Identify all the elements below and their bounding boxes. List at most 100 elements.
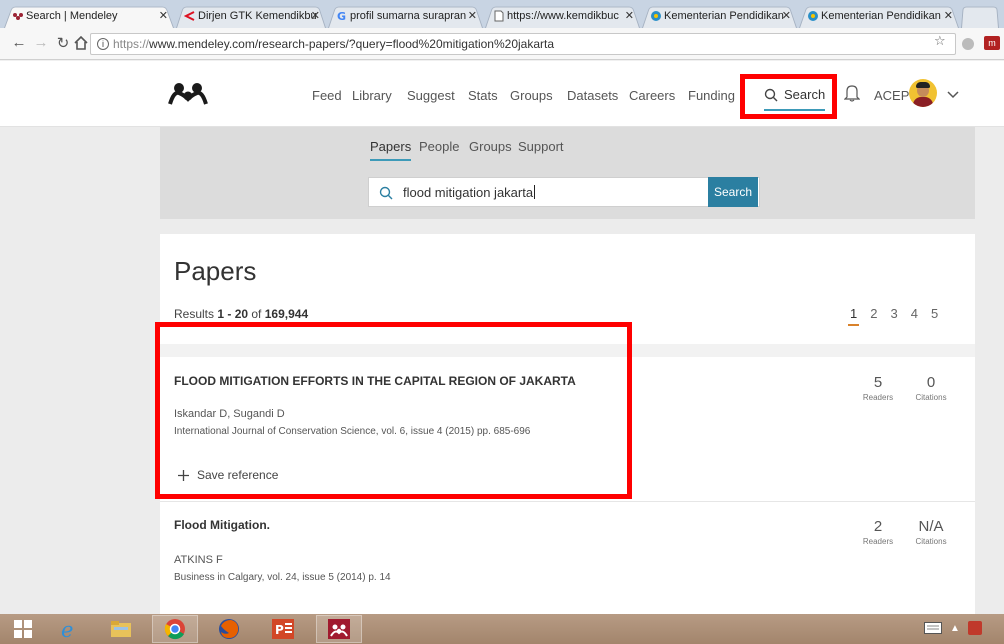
page-link[interactable]: 3 <box>890 306 897 321</box>
browser-tab[interactable]: https://www.kemdikbuc ✕ <box>485 4 640 28</box>
tab-papers[interactable]: Papers <box>370 139 412 161</box>
mendeley-logo-icon[interactable] <box>168 81 208 105</box>
readers-count: 2 <box>873 518 883 535</box>
paper-result: FLOOD MITIGATION EFFORTS IN THE CAPITAL … <box>160 374 975 504</box>
close-tab-icon[interactable]: ✕ <box>944 9 953 22</box>
save-reference-button[interactable]: Save reference <box>178 468 278 482</box>
mendeley-favicon-icon <box>13 13 23 20</box>
nav-feed[interactable]: Feed <box>312 88 342 103</box>
close-tab-icon[interactable]: ✕ <box>159 9 168 22</box>
internet-explorer-icon[interactable]: e <box>46 615 92 643</box>
chrome-icon[interactable] <box>152 615 198 643</box>
paper-title[interactable]: FLOOD MITIGATION EFFORTS IN THE CAPITAL … <box>174 374 576 388</box>
site-header: Feed Library Suggest Stats Groups Datase… <box>0 61 1004 127</box>
powerpoint-icon[interactable]: P <box>260 615 306 643</box>
browser-tab[interactable]: G profil sumarna surapran ✕ <box>328 4 483 28</box>
citations-label: Citations <box>915 537 947 546</box>
nav-groups[interactable]: Groups <box>510 88 553 103</box>
browser-tab[interactable]: Dirjen GTK Kemendikbu ✕ <box>176 4 326 28</box>
nav-funding[interactable]: Funding <box>688 88 735 103</box>
nav-careers[interactable]: Careers <box>629 88 675 103</box>
results-panel: Papers Results 1 - 20 of 169,944 1 2 3 4… <box>160 234 975 614</box>
reload-icon[interactable]: ↻ <box>54 34 72 52</box>
citations-label: Citations <box>915 393 947 402</box>
search-icon <box>379 186 393 200</box>
browser-tab[interactable]: Kementerian Pendidikan ✕ <box>799 4 959 28</box>
close-tab-icon[interactable]: ✕ <box>311 9 320 22</box>
svg-text:G: G <box>337 10 346 22</box>
tab-title: Kementerian Pendidikan <box>664 10 784 22</box>
tray-expand-icon[interactable]: ▲ <box>950 623 960 634</box>
tab-people[interactable]: People <box>419 139 459 154</box>
search-icon <box>764 88 778 101</box>
firefox-icon[interactable] <box>206 615 252 643</box>
browser-tab[interactable]: Kementerian Pendidikan ✕ <box>642 4 797 28</box>
back-icon[interactable]: ← <box>10 34 28 51</box>
page-link[interactable]: 2 <box>870 306 877 321</box>
nav-datasets[interactable]: Datasets <box>567 88 618 103</box>
paper-authors: ATKINS F <box>174 554 223 566</box>
close-tab-icon[interactable]: ✕ <box>468 9 477 22</box>
windows-logo-icon <box>14 620 32 638</box>
divider <box>160 344 975 357</box>
svg-text:P: P <box>275 623 284 637</box>
address-bar[interactable]: i https://www.mendeley.com/research-pape… <box>90 33 956 55</box>
page-link[interactable]: 4 <box>911 306 918 321</box>
svg-text:e: e <box>61 618 73 640</box>
tab-support[interactable]: Support <box>518 139 564 154</box>
tab-title: Dirjen GTK Kemendikbu <box>198 10 317 22</box>
results-count: Results 1 - 20 of 169,944 <box>174 307 309 321</box>
tray-app-icon[interactable] <box>967 621 982 635</box>
home-icon[interactable] <box>74 36 88 50</box>
readers-label: Readers <box>862 393 894 402</box>
username[interactable]: ACEP <box>874 88 909 103</box>
save-reference-label: Save reference <box>197 468 279 482</box>
pagination: 1 2 3 4 5 <box>847 306 938 326</box>
mendeley-extension-icon[interactable]: m <box>984 36 1000 50</box>
tab-title: Search | Mendeley <box>26 10 118 22</box>
citations-count: N/A <box>918 518 944 535</box>
divider <box>160 501 975 502</box>
nav-stats[interactable]: Stats <box>468 88 498 103</box>
close-tab-icon[interactable]: ✕ <box>625 9 634 22</box>
kemendikbud-favicon-icon <box>808 11 818 21</box>
search-input[interactable]: flood mitigation jakarta <box>368 177 760 207</box>
paper-journal: International Journal of Conservation Sc… <box>174 426 531 437</box>
tab-groups[interactable]: Groups <box>469 139 512 154</box>
bell-icon[interactable] <box>844 83 860 103</box>
taskbar: e P ▲ <box>0 614 1004 644</box>
keyboard-icon[interactable] <box>924 622 942 634</box>
new-tab-button[interactable] <box>961 4 999 28</box>
tab-title: profil sumarna surapran <box>350 10 467 22</box>
red-arrow-favicon-icon <box>184 11 195 21</box>
browser-tab[interactable]: Search | Mendeley ✕ <box>4 4 174 28</box>
tab-title: Kementerian Pendidikan <box>821 10 941 22</box>
info-icon[interactable]: i <box>97 38 109 50</box>
page-link[interactable]: 5 <box>931 306 938 321</box>
chevron-down-icon[interactable] <box>946 87 960 101</box>
close-tab-icon[interactable]: ✕ <box>782 9 791 22</box>
search-panel: Papers People Groups Support flood mitig… <box>160 127 975 219</box>
kemendikbud-favicon-icon <box>651 11 661 21</box>
browser-tab-strip: Search | Mendeley ✕ Dirjen GTK Kemendikb… <box>0 0 1004 28</box>
forward-icon[interactable]: → <box>32 34 50 51</box>
url-scheme: https:// <box>113 37 150 51</box>
paper-journal: Business in Calgary, vol. 24, issue 5 (2… <box>174 572 391 583</box>
extension-icon[interactable] <box>962 38 974 50</box>
page-link[interactable]: 1 <box>847 306 860 326</box>
avatar[interactable] <box>909 79 937 107</box>
readers-stat: 5 Readers <box>848 374 908 402</box>
mendeley-app-icon[interactable] <box>316 615 362 643</box>
citations-stat: N/A Citations <box>901 518 961 546</box>
file-explorer-icon[interactable] <box>98 615 144 643</box>
paper-authors: Iskandar D, Sugandi D <box>174 408 285 420</box>
start-button[interactable] <box>4 615 42 643</box>
plus-icon <box>178 469 189 481</box>
bookmark-star-icon[interactable]: ☆ <box>934 33 946 49</box>
paper-title[interactable]: Flood Mitigation. <box>174 518 270 532</box>
nav-search[interactable]: Search <box>764 87 826 111</box>
readers-label: Readers <box>862 537 894 546</box>
search-button[interactable]: Search <box>708 177 758 207</box>
nav-library[interactable]: Library <box>352 88 392 103</box>
nav-suggest[interactable]: Suggest <box>407 88 455 103</box>
